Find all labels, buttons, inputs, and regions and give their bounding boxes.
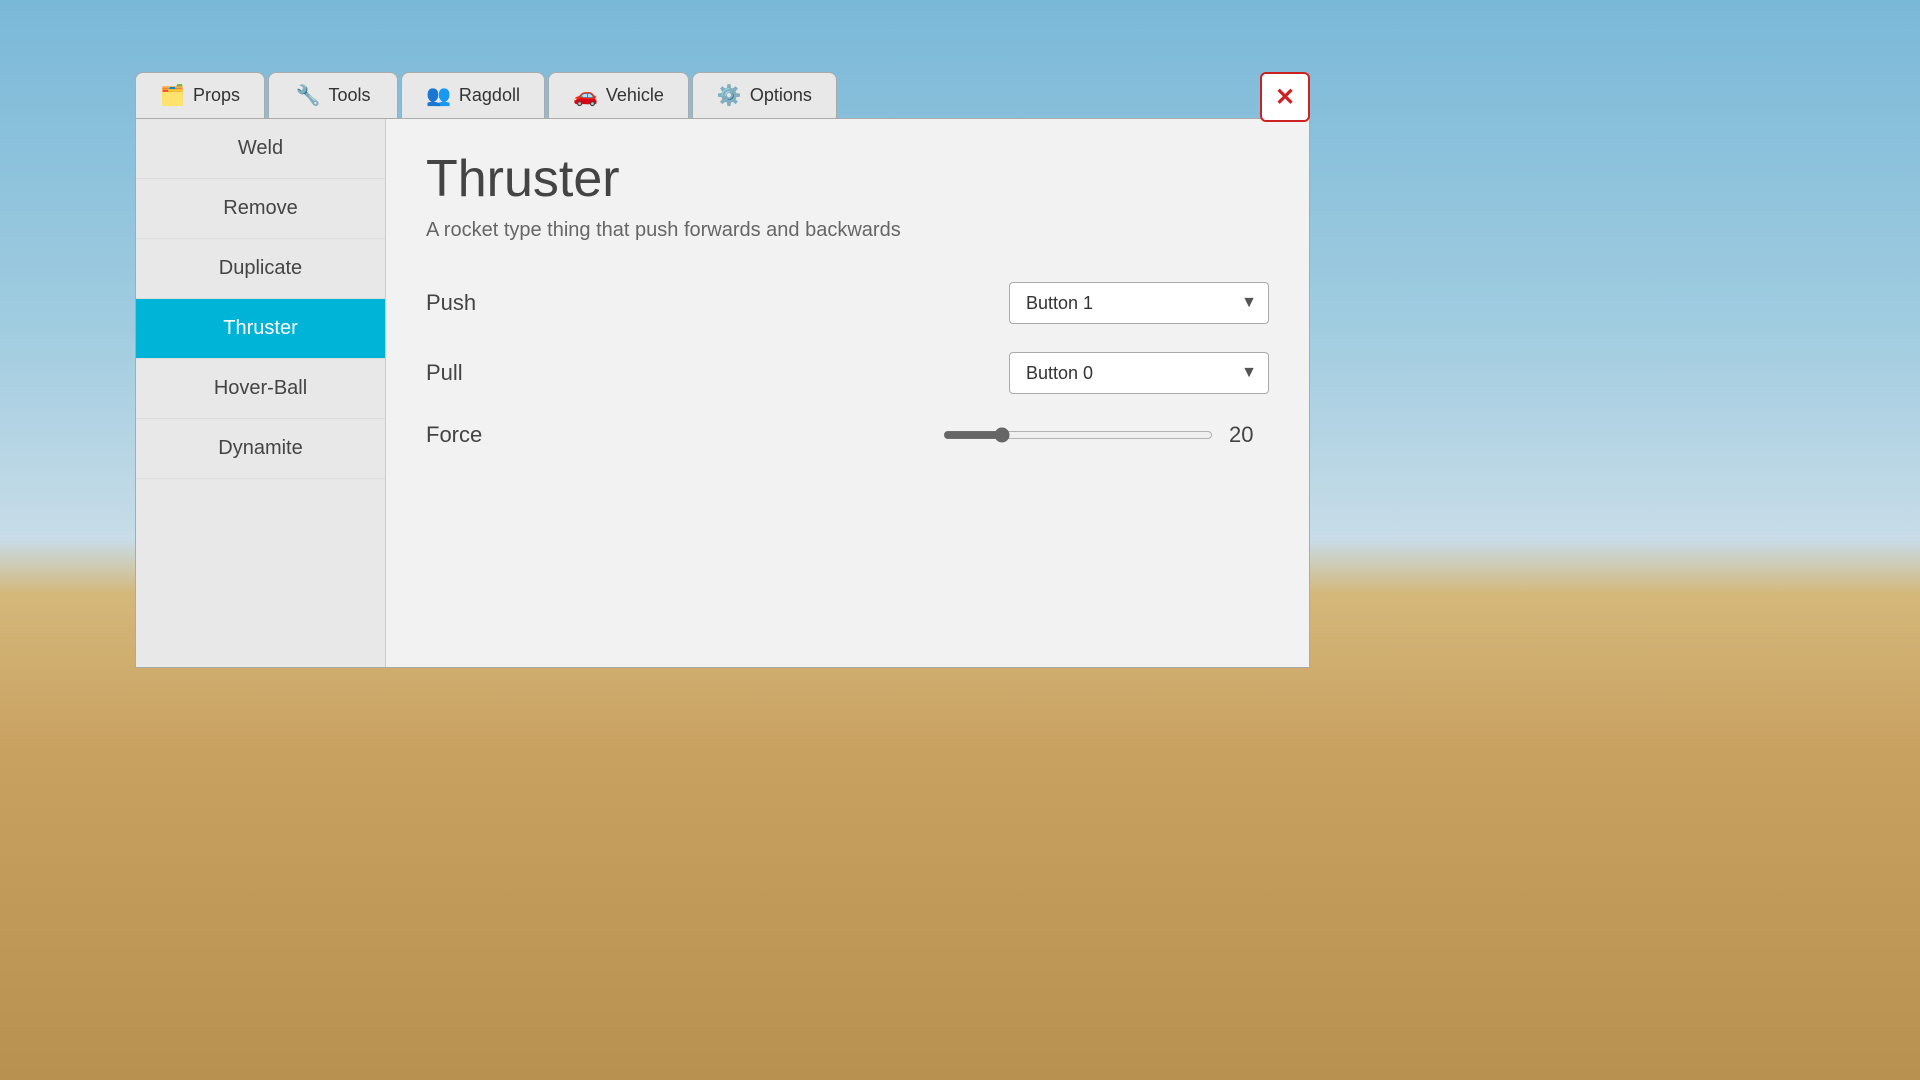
force-slider-control: 20 <box>943 422 1269 448</box>
options-icon: ⚙️ <box>717 83 742 108</box>
sidebar-item-duplicate[interactable]: Duplicate <box>136 239 385 299</box>
sidebar-item-thruster[interactable]: Thruster <box>136 299 385 359</box>
force-slider[interactable] <box>943 427 1213 443</box>
pull-dropdown[interactable]: Button 0 Button 1 Button 2 Button 3 ▼ <box>1009 352 1269 394</box>
vehicle-icon: 🚗 <box>573 83 598 108</box>
pull-label: Pull <box>426 360 626 386</box>
tab-vehicle[interactable]: 🚗 Vehicle <box>548 72 689 118</box>
sidebar-item-remove[interactable]: Remove <box>136 179 385 239</box>
pull-setting-row: Pull Button 0 Button 1 Button 2 Button 3… <box>426 352 1269 394</box>
tab-ragdoll[interactable]: 👥 Ragdoll <box>401 72 545 118</box>
tab-tools-label: Tools <box>328 85 370 106</box>
content-area: Thruster A rocket type thing that push f… <box>386 119 1309 667</box>
force-setting-row: Force 20 <box>426 422 1269 448</box>
close-button[interactable]: ✕ <box>1260 72 1310 122</box>
tab-vehicle-label: Vehicle <box>606 85 664 106</box>
sidebar-item-dynamite[interactable]: Dynamite <box>136 419 385 479</box>
content-subtitle: A rocket type thing that push forwards a… <box>426 219 1269 242</box>
content-title: Thruster <box>426 149 1269 209</box>
tab-bar: 🗂️ Props 🔧 Tools 👥 Ragdoll 🚗 Vehicle ⚙️ … <box>135 72 1310 118</box>
force-label: Force <box>426 422 626 448</box>
tab-ragdoll-label: Ragdoll <box>459 85 520 106</box>
ui-container: 🗂️ Props 🔧 Tools 👥 Ragdoll 🚗 Vehicle ⚙️ … <box>135 72 1310 668</box>
push-dropdown[interactable]: Button 0 Button 1 Button 2 Button 3 ▼ <box>1009 282 1269 324</box>
tools-icon: 🔧 <box>296 83 321 108</box>
tab-options[interactable]: ⚙️ Options <box>692 72 837 118</box>
push-select[interactable]: Button 0 Button 1 Button 2 Button 3 <box>1009 282 1269 324</box>
tab-props[interactable]: 🗂️ Props <box>135 72 265 118</box>
sidebar-item-hoverball[interactable]: Hover-Ball <box>136 359 385 419</box>
tab-props-label: Props <box>193 85 240 106</box>
props-icon: 🗂️ <box>160 83 185 108</box>
main-panel: Weld Remove Duplicate Thruster Hover-Bal… <box>135 118 1310 668</box>
pull-select[interactable]: Button 0 Button 1 Button 2 Button 3 <box>1009 352 1269 394</box>
tab-tools[interactable]: 🔧 Tools <box>268 72 398 118</box>
sidebar: Weld Remove Duplicate Thruster Hover-Bal… <box>136 119 386 667</box>
ragdoll-icon: 👥 <box>426 83 451 108</box>
push-label: Push <box>426 290 626 316</box>
force-value: 20 <box>1229 422 1269 448</box>
push-setting-row: Push Button 0 Button 1 Button 2 Button 3… <box>426 282 1269 324</box>
sidebar-item-weld[interactable]: Weld <box>136 119 385 179</box>
tab-options-label: Options <box>750 85 812 106</box>
